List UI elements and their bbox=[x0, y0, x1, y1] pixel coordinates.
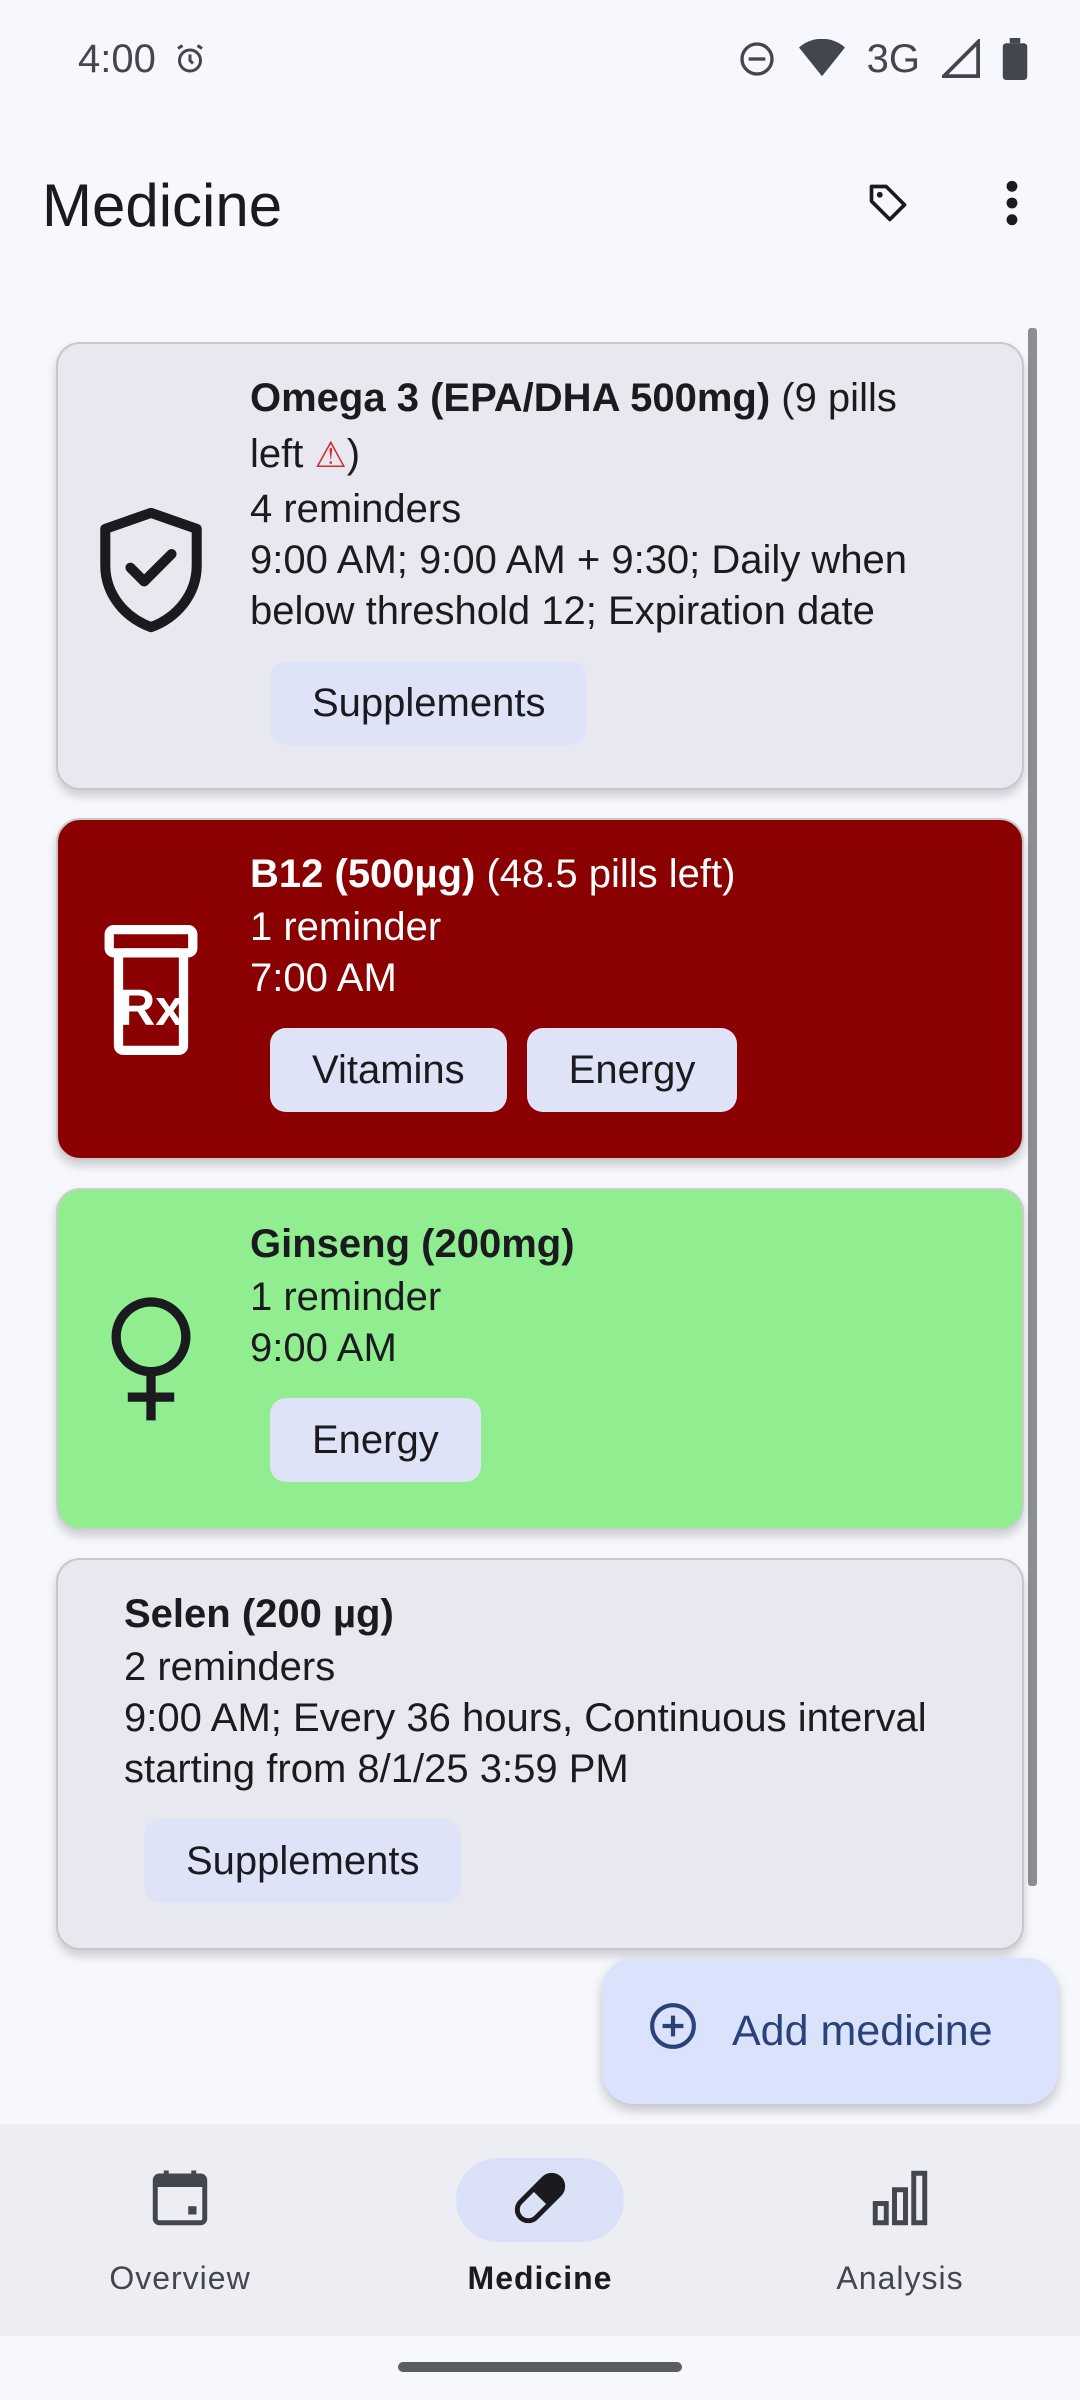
reminder-schedule: 9:00 AM; 9:00 AM + 9:30; Daily when belo… bbox=[250, 538, 908, 633]
pills-left: (9 pills bbox=[770, 376, 897, 420]
page-title: Medicine bbox=[42, 171, 283, 239]
reminder-count: 4 reminders bbox=[250, 487, 462, 531]
female-symbol-icon bbox=[86, 1290, 216, 1430]
battery-icon bbox=[1002, 38, 1028, 80]
reminder-count: 2 reminders bbox=[124, 1645, 336, 1689]
medicine-name: B12 (500µg) bbox=[250, 852, 476, 896]
tag-icon bbox=[866, 181, 910, 230]
tag-chip-vitamins[interactable]: Vitamins bbox=[270, 1028, 507, 1112]
tag-chip-energy[interactable]: Energy bbox=[270, 1398, 481, 1482]
pill-icon bbox=[507, 2165, 573, 2236]
more-vert-icon bbox=[1005, 180, 1019, 231]
pills-left: (48.5 pills left) bbox=[475, 852, 736, 896]
svg-text:Rx: Rx bbox=[118, 979, 184, 1036]
medicine-name: Omega 3 (EPA/DHA 500mg) bbox=[250, 376, 771, 420]
add-medicine-button[interactable]: Add medicine bbox=[602, 1958, 1058, 2104]
scrollbar[interactable] bbox=[1028, 328, 1037, 1886]
medicine-card-omega-3[interactable]: Omega 3 (EPA/DHA 500mg) (9 pills left ⚠)… bbox=[56, 342, 1024, 790]
add-circle-icon bbox=[648, 2001, 698, 2062]
add-medicine-label: Add medicine bbox=[732, 2006, 993, 2055]
medicine-name: Selen (200 µg) bbox=[124, 1592, 394, 1636]
medicine-name: Ginseng (200mg) bbox=[250, 1222, 575, 1266]
reminder-schedule: 7:00 AM bbox=[250, 956, 397, 1000]
nav-item-analysis[interactable]: Analysis bbox=[720, 2124, 1080, 2336]
network-type: 3G bbox=[866, 36, 920, 81]
bottom-navigation: Overview Medicine Analysis bbox=[0, 2124, 1080, 2336]
tag-chip-supplements[interactable]: Supplements bbox=[144, 1819, 462, 1903]
wifi-icon bbox=[798, 39, 845, 79]
medicine-card-b12[interactable]: Rx B12 (500µg) (48.5 pills left) 1 remin… bbox=[56, 818, 1024, 1160]
reminder-count: 1 reminder bbox=[250, 1275, 442, 1319]
home-indicator[interactable] bbox=[398, 2362, 682, 2372]
screen: 4:00 3G Medicine Omega 3 (EPA/DHA 500mg)… bbox=[0, 0, 1080, 2400]
reminder-schedule: 9:00 AM; Every 36 hours, Continuous inte… bbox=[124, 1696, 927, 1791]
status-time: 4:00 bbox=[78, 36, 156, 81]
tag-button[interactable] bbox=[840, 157, 936, 253]
warning-icon: ⚠ bbox=[314, 435, 347, 476]
prescription-bottle-icon: Rx bbox=[86, 920, 216, 1060]
nav-label-overview: Overview bbox=[109, 2260, 251, 2296]
nav-label-analysis: Analysis bbox=[836, 2260, 964, 2296]
reminder-schedule: 9:00 AM bbox=[250, 1326, 397, 1370]
do-not-disturb-icon bbox=[737, 39, 777, 79]
alarm-icon bbox=[172, 41, 208, 77]
calendar-icon bbox=[147, 2165, 213, 2236]
tag-chip-supplements[interactable]: Supplements bbox=[270, 661, 588, 745]
more-options-button[interactable] bbox=[964, 157, 1060, 253]
tag-chip-energy[interactable]: Energy bbox=[526, 1028, 738, 1112]
nav-label-medicine: Medicine bbox=[467, 2260, 613, 2296]
medicine-card-selen[interactable]: Selen (200 µg) 2 reminders 9:00 AM; Ever… bbox=[56, 1558, 1024, 1950]
top-app-bar: Medicine bbox=[0, 130, 1080, 280]
nav-item-overview[interactable]: Overview bbox=[0, 2124, 360, 2336]
reminder-count: 1 reminder bbox=[250, 905, 442, 949]
cell-signal-icon bbox=[942, 39, 980, 79]
shield-check-icon bbox=[86, 500, 216, 640]
bar-chart-icon bbox=[867, 2165, 933, 2236]
nav-item-medicine[interactable]: Medicine bbox=[360, 2124, 720, 2336]
status-bar: 4:00 3G bbox=[0, 0, 1080, 118]
medicine-card-ginseng[interactable]: Ginseng (200mg) 1 reminder 9:00 AM Energ… bbox=[56, 1188, 1024, 1530]
